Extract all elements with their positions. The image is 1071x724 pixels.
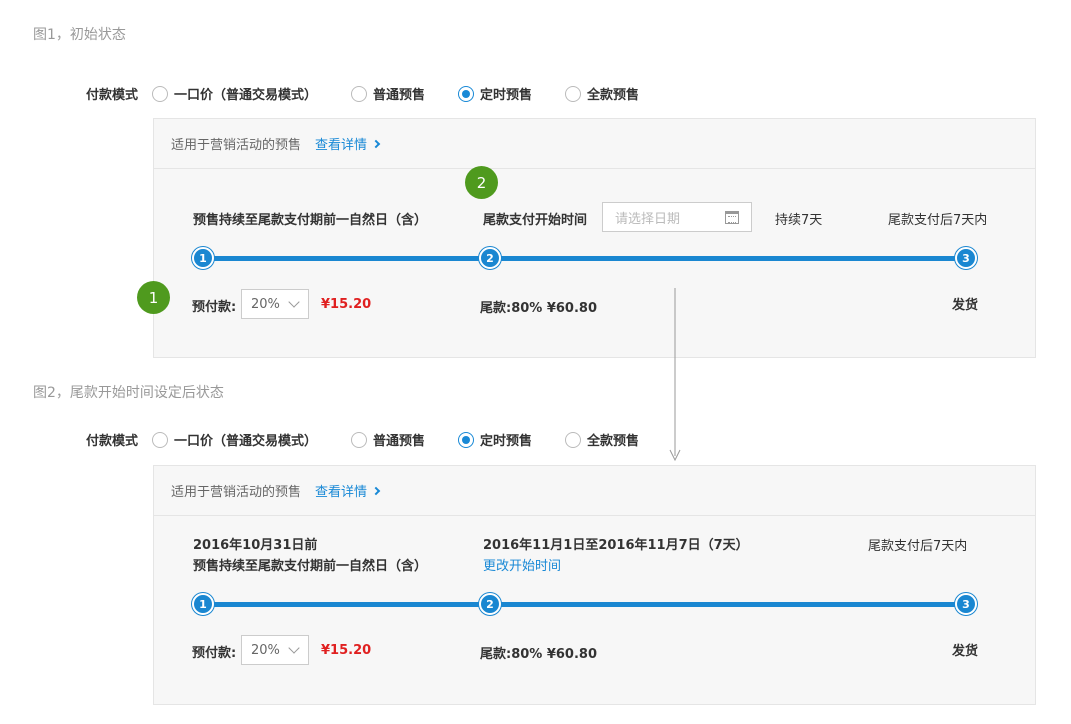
select-value: 20%	[251, 642, 280, 658]
radio-label: 一口价（普通交易模式）	[174, 88, 318, 103]
chevron-right-icon	[371, 139, 381, 148]
radio-circle[interactable]	[351, 431, 367, 448]
panel-header: 适用于营销活动的预售 查看详情	[154, 466, 1035, 516]
stage3-description: 尾款支付后7天内	[888, 213, 988, 228]
payment-mode-label: 付款模式	[86, 434, 139, 449]
view-details-label: 查看详情	[315, 485, 368, 500]
figure1-caption: 图1，初始状态	[33, 27, 126, 43]
radio-circle-checked[interactable]	[458, 431, 474, 448]
stage1-description: 预售持续至尾款支付期前一自然日（含）	[193, 213, 428, 228]
deposit-amount: ¥15.20	[321, 297, 372, 312]
radio-full-presale[interactable]: 全款预售	[565, 430, 639, 449]
ship-label: 发货	[952, 644, 979, 659]
deposit-label: 预付款:	[192, 646, 237, 661]
panel-note: 适用于营销活动的预售	[171, 138, 302, 153]
timeline-track	[203, 602, 966, 607]
radio-label: 一口价（普通交易模式）	[174, 434, 318, 449]
radio-timed-presale[interactable]: 定时预售	[458, 84, 532, 103]
radio-circle-checked[interactable]	[458, 85, 474, 102]
ship-label: 发货	[952, 298, 979, 313]
radio-fixed-price[interactable]: 一口价（普通交易模式）	[152, 84, 317, 103]
chevron-down-icon	[288, 295, 300, 308]
stage1-description: 预售持续至尾款支付期前一自然日（含）	[193, 559, 428, 574]
chevron-down-icon	[288, 641, 300, 654]
deposit-percent-select[interactable]: 20%	[241, 635, 309, 665]
payment-mode-label: 付款模式	[86, 88, 139, 103]
date-placeholder: 请选择日期	[615, 211, 681, 227]
timeline-step-3: 3	[955, 593, 977, 615]
final-payment-amount: 尾款:80% ¥60.80	[480, 301, 598, 316]
radio-circle[interactable]	[351, 85, 367, 102]
stage1-date: 2016年10月31日前	[193, 538, 318, 553]
timeline-step-1: 1	[192, 247, 214, 269]
radio-circle[interactable]	[152, 431, 168, 448]
radio-circle[interactable]	[152, 85, 168, 102]
radio-label: 定时预售	[480, 434, 533, 449]
presale-panel: 适用于营销活动的预售 查看详情	[153, 118, 1036, 358]
radio-full-presale[interactable]: 全款预售	[565, 84, 639, 103]
timeline-step-2: 2	[479, 247, 501, 269]
radio-label: 全款预售	[587, 434, 640, 449]
timeline-step-1: 1	[192, 593, 214, 615]
select-value: 20%	[251, 296, 280, 312]
radio-label: 普通预售	[373, 88, 426, 103]
deposit-label: 预付款:	[192, 300, 237, 315]
connector-arrow	[669, 288, 681, 462]
radio-normal-presale[interactable]: 普通预售	[351, 430, 425, 449]
final-payment-amount: 尾款:80% ¥60.80	[480, 647, 598, 662]
duration-text: 持续7天	[775, 213, 823, 228]
calendar-icon[interactable]	[725, 210, 739, 224]
radio-circle[interactable]	[565, 85, 581, 102]
panel-note: 适用于营销活动的预售	[171, 485, 302, 500]
view-details-label: 查看详情	[315, 138, 368, 153]
timeline-step-2: 2	[479, 593, 501, 615]
presale-panel: 适用于营销活动的预售 查看详情	[153, 465, 1036, 705]
deposit-amount: ¥15.20	[321, 643, 372, 658]
final-payment-period: 2016年11月1日至2016年11月7日（7天）	[483, 538, 749, 553]
stage3-description: 尾款支付后7天内	[868, 539, 968, 554]
change-start-time-link[interactable]: 更改开始时间	[483, 555, 561, 574]
radio-normal-presale[interactable]: 普通预售	[351, 84, 425, 103]
panel-header: 适用于营销活动的预售 查看详情	[154, 119, 1035, 169]
radio-label: 普通预售	[373, 434, 426, 449]
view-details-link[interactable]: 查看详情	[315, 134, 381, 153]
radio-label: 全款预售	[587, 88, 640, 103]
radio-circle[interactable]	[565, 431, 581, 448]
final-payment-start-label: 尾款支付开始时间	[483, 213, 588, 228]
timeline-step-3: 3	[955, 247, 977, 269]
annotation-marker-1: 1	[137, 281, 170, 314]
radio-label: 定时预售	[480, 88, 533, 103]
figure2-caption: 图2，尾款开始时间设定后状态	[33, 385, 224, 401]
date-picker-input[interactable]: 请选择日期	[602, 202, 752, 232]
annotation-marker-2: 2	[465, 166, 498, 199]
radio-fixed-price[interactable]: 一口价（普通交易模式）	[152, 430, 317, 449]
radio-timed-presale[interactable]: 定时预售	[458, 430, 532, 449]
deposit-percent-select[interactable]: 20%	[241, 289, 309, 319]
timeline-track	[203, 256, 966, 261]
chevron-right-icon	[371, 486, 381, 495]
view-details-link[interactable]: 查看详情	[315, 481, 381, 500]
